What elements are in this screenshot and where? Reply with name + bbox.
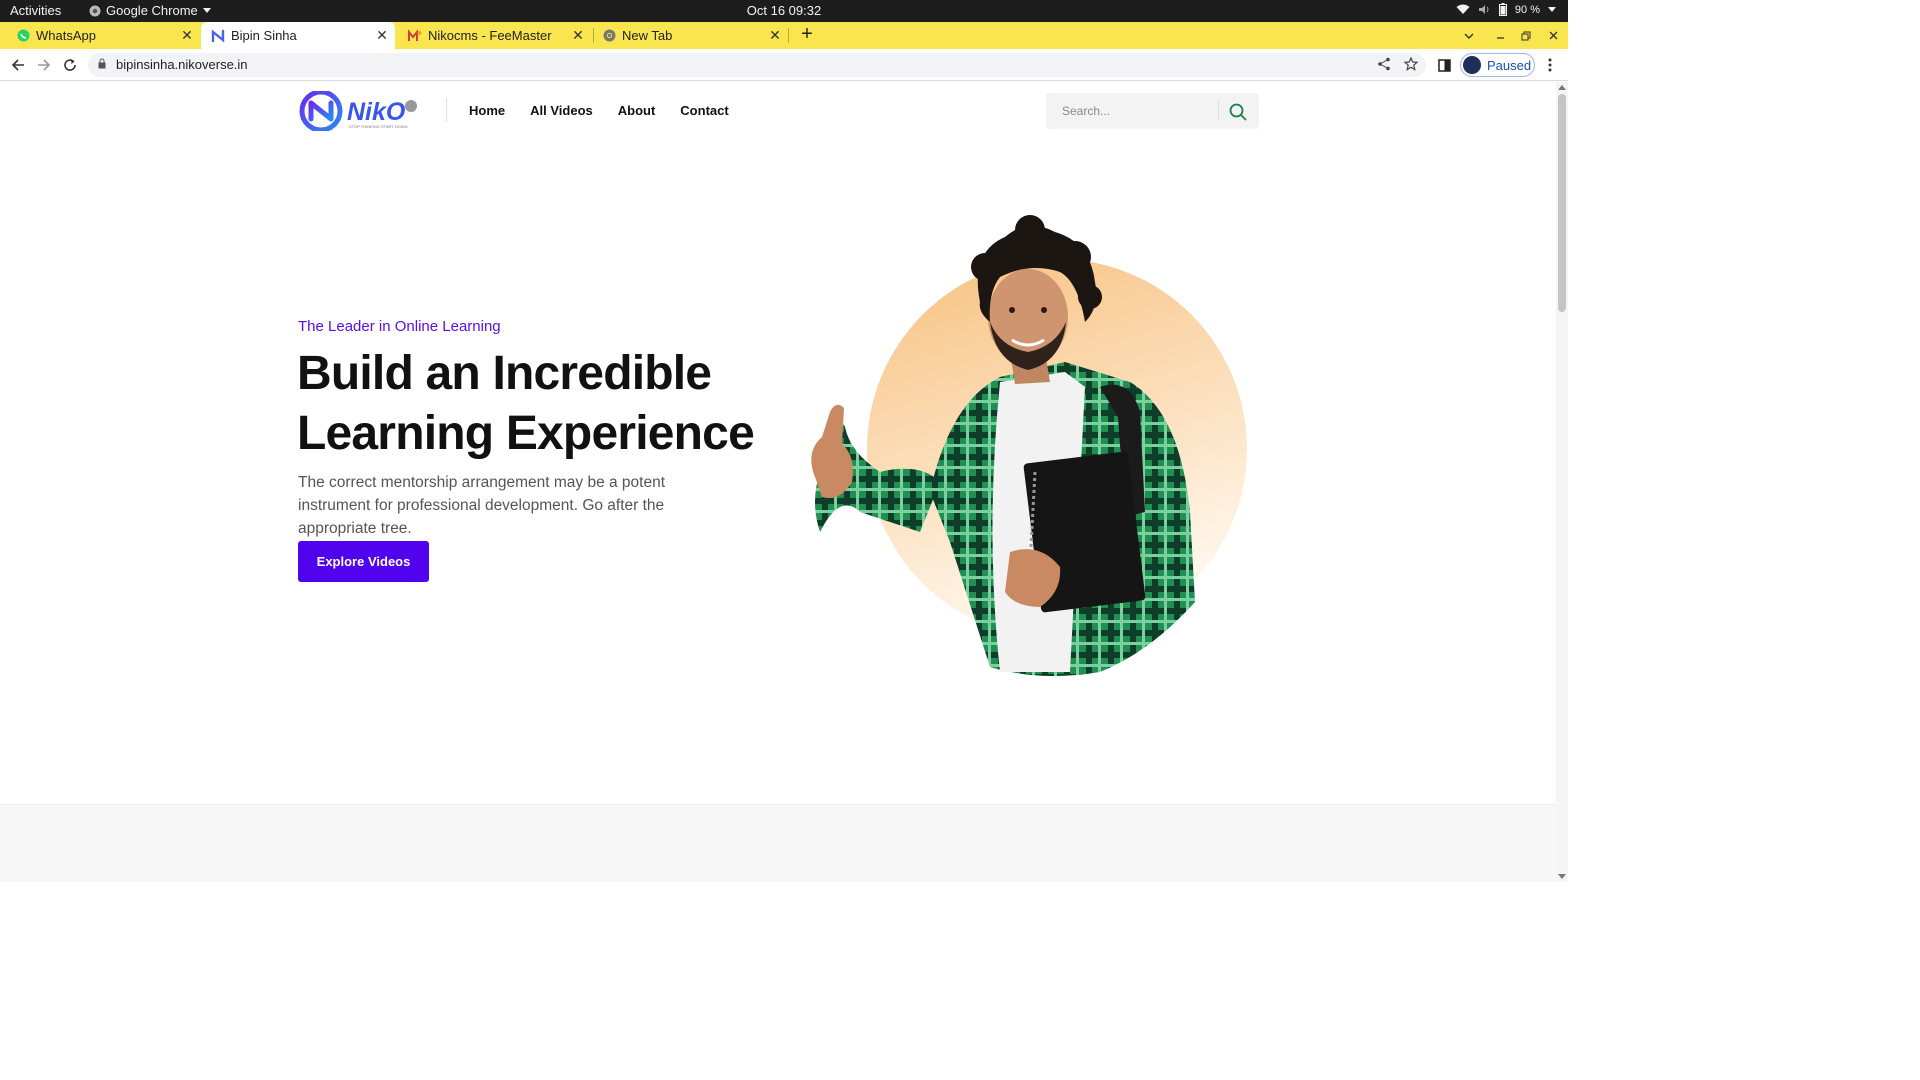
tab-whatsapp[interactable]: WhatsApp ✕ [0, 22, 200, 49]
side-panel-button[interactable] [1432, 53, 1456, 77]
close-icon[interactable]: ✕ [373, 27, 391, 44]
side-panel-icon [1437, 58, 1451, 72]
chevron-down-icon [202, 8, 211, 13]
explore-videos-button[interactable]: Explore Videos [298, 541, 429, 582]
hero-image [800, 212, 1260, 682]
close-icon[interactable]: ✕ [178, 27, 196, 44]
arrow-left-icon [11, 59, 24, 71]
tab-title: WhatsApp [36, 28, 96, 43]
lock-icon[interactable] [98, 58, 106, 69]
tab-title: New Tab [622, 28, 673, 43]
clock[interactable]: Oct 16 09:32 [747, 3, 821, 18]
volume-icon [1478, 5, 1489, 14]
battery-percent: 90 % [1514, 3, 1540, 16]
url-text[interactable]: bipinsinha.nikoverse.in [116, 57, 248, 72]
next-section [0, 804, 1556, 882]
close-icon[interactable]: ✕ [569, 27, 587, 44]
nav-about[interactable]: About [618, 103, 656, 118]
main-nav: Home All Videos About Contact [469, 103, 729, 118]
web-page: NikO STOP THINKING START DOING Home All … [0, 82, 1556, 882]
hero-headline-line-2: Learning Experience [297, 407, 755, 460]
app-menu-label: Google Chrome [106, 3, 198, 18]
forward-button[interactable] [32, 53, 56, 77]
tab-title: Nikocms - FeeMaster [428, 28, 552, 43]
tab-divider [788, 28, 789, 43]
kebab-menu-icon [1548, 58, 1552, 72]
tab-search-button[interactable] [1457, 22, 1481, 49]
nav-divider [446, 98, 447, 122]
minimize-icon [1496, 37, 1504, 39]
close-window-button[interactable] [1541, 22, 1565, 49]
logo-wordmark: NikO [347, 98, 406, 126]
tab-title: Bipin Sinha [231, 28, 297, 43]
page-scrollbar[interactable] [1556, 82, 1568, 882]
reload-button[interactable] [58, 53, 82, 77]
nav-all-videos[interactable]: All Videos [530, 103, 593, 118]
activities-button[interactable]: Activities [10, 3, 61, 18]
hero-eyebrow: The Leader in Online Learning [298, 318, 501, 335]
nav-home[interactable]: Home [469, 103, 505, 118]
chevron-down-icon [1548, 7, 1556, 12]
scroll-down-icon[interactable] [1558, 874, 1566, 879]
system-status-menu[interactable]: 90 % [1456, 3, 1556, 16]
search-button[interactable] [1228, 102, 1248, 122]
hero-subtext: The correct mentorship arrangement may b… [298, 474, 666, 537]
scrollbar-thumb[interactable] [1558, 94, 1566, 312]
battery-icon [1498, 3, 1507, 16]
new-tab-button[interactable]: + [796, 24, 818, 46]
hero-headline: Build an Incredible Learning Experience [297, 344, 777, 464]
browser-toolbar: bipinsinha.nikoverse.in Paused [0, 49, 1568, 81]
reload-icon [64, 59, 76, 71]
restore-button[interactable] [1514, 22, 1538, 49]
chrome-icon [602, 29, 616, 43]
tab-nikocms-feemaster[interactable]: Nikocms - FeeMaster ✕ [396, 22, 591, 49]
minimize-button[interactable] [1488, 22, 1512, 49]
hero-headline-line-1: Build an Incredible [297, 347, 712, 400]
chrome-icon [89, 5, 101, 16]
back-button[interactable] [6, 53, 30, 77]
profile-button[interactable]: Paused [1460, 53, 1535, 77]
close-icon [1549, 31, 1557, 40]
tab-bipin-sinha[interactable]: Bipin Sinha ✕ [201, 22, 395, 49]
app-menu[interactable]: Google Chrome [89, 3, 211, 18]
search-icon [1229, 103, 1247, 121]
whatsapp-icon [16, 29, 30, 43]
tab-new-tab[interactable]: New Tab ✕ [594, 22, 788, 49]
share-icon[interactable] [1378, 57, 1390, 74]
avatar [1463, 56, 1481, 74]
chevron-down-icon [1464, 33, 1474, 39]
chrome-menu-button[interactable] [1538, 53, 1562, 77]
logo-tagline: STOP THINKING START DOING [349, 124, 408, 129]
scroll-up-icon[interactable] [1558, 85, 1566, 90]
wifi-icon [1456, 4, 1470, 14]
profile-status: Paused [1487, 57, 1532, 73]
address-bar[interactable]: bipinsinha.nikoverse.in [88, 53, 1426, 77]
system-top-bar: Activities Google Chrome Oct 16 09:32 90… [0, 0, 1568, 22]
close-icon[interactable]: ✕ [766, 27, 784, 44]
search-input[interactable] [1046, 93, 1218, 129]
site-logo[interactable]: NikO STOP THINKING START DOING [299, 89, 421, 133]
bookmark-star-icon[interactable] [1403, 56, 1419, 74]
tab-strip: WhatsApp ✕ Bipin Sinha ✕ Nikocms - FeeMa… [0, 22, 1568, 49]
niko-icon [211, 29, 225, 43]
feemaster-icon [408, 28, 422, 43]
restore-icon [1521, 31, 1531, 40]
nav-contact[interactable]: Contact [680, 103, 728, 118]
site-search [1046, 93, 1259, 129]
search-divider [1218, 101, 1219, 121]
arrow-right-icon [38, 59, 51, 71]
